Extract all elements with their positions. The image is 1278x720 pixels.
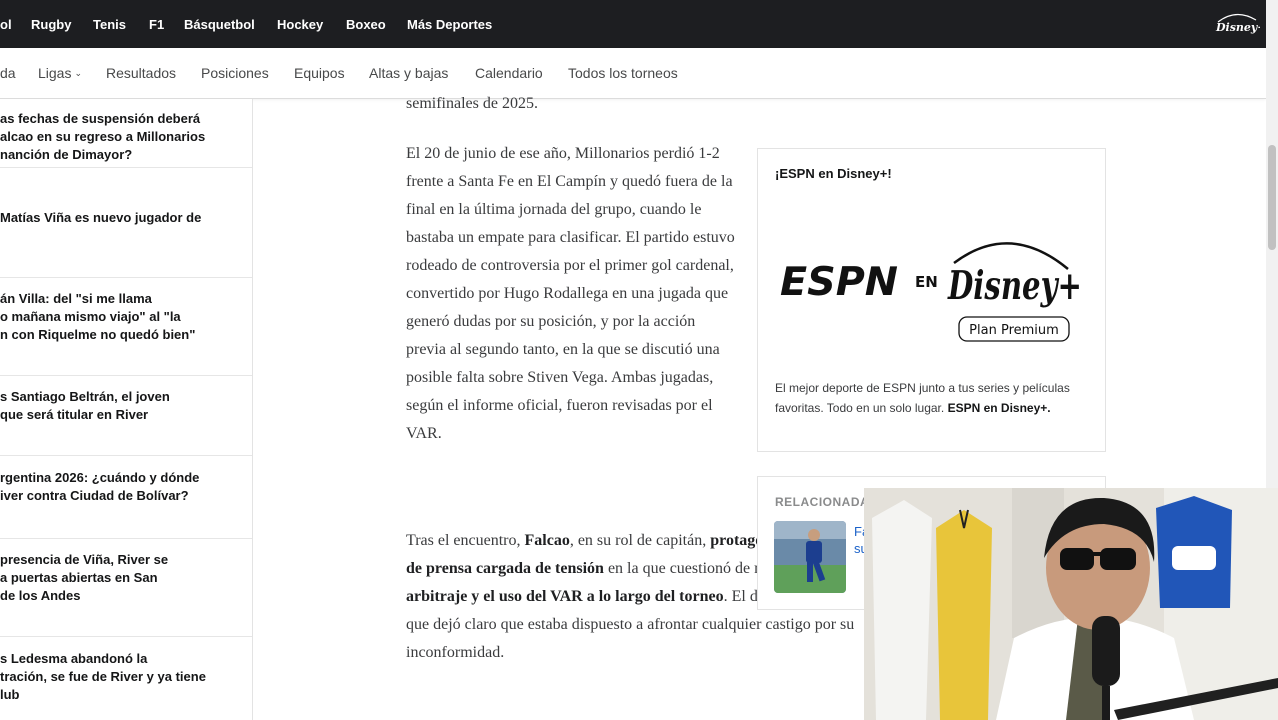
- headline-line: alcao en su regreso a Millonarios: [0, 129, 206, 144]
- top-nav-item-futbol[interactable]: ol: [0, 17, 12, 32]
- chevron-down-icon: ⌄: [74, 68, 83, 78]
- sub-nav-item-equipos[interactable]: Equipos: [294, 65, 345, 81]
- headline-line: o mañana mismo viajo" al "la: [0, 309, 181, 324]
- headline-line: s Ledesma abandonó la: [0, 651, 148, 666]
- sub-nav-ligas-label: Ligas: [38, 65, 72, 81]
- promo-description-bold: ESPN en Disney+.: [947, 401, 1051, 415]
- article-text: , en su rol de capitán,: [569, 532, 711, 549]
- svg-text:Disney+: Disney+: [947, 263, 1082, 309]
- headline-line: as fechas de suspensión deberá: [0, 111, 201, 126]
- article-bold-text: arbitraje y el uso del VAR a lo largo de…: [406, 588, 724, 605]
- related-article-thumbnail[interactable]: [774, 521, 846, 593]
- headline-line: lub: [0, 687, 20, 702]
- sub-nav-item-altas-y-bajas[interactable]: Altas y bajas: [369, 65, 448, 81]
- espn-en-disney-plus-logo: ESPN EN Disney+ Plan Premium: [780, 242, 1082, 342]
- headline-line: presencia de Viña, River se: [0, 552, 169, 567]
- svg-text:Disney+: Disney+: [1215, 21, 1260, 34]
- top-nav-item-hockey[interactable]: Hockey: [277, 17, 323, 32]
- headline-line: Matías Viña es nuevo jugador de: [0, 210, 202, 225]
- headline-line: n con Riquelme no quedó bien": [0, 327, 196, 342]
- sub-nav-item-todos-los-torneos[interactable]: Todos los torneos: [568, 65, 678, 81]
- sidebar-headline[interactable]: án Villa: del "si me llama o mañana mism…: [0, 278, 252, 376]
- promo-title: ¡ESPN en Disney+!: [775, 166, 892, 181]
- headline-line: tración, se fue de River y ya tiene: [0, 669, 206, 684]
- webcam-overlay-video: [864, 488, 1278, 720]
- headline-line: án Villa: del "si me llama: [0, 291, 152, 306]
- sidebar-headline[interactable]: Matías Viña es nuevo jugador de: [0, 168, 252, 278]
- top-nav-item-basquetbol[interactable]: Básquetbol: [184, 17, 255, 32]
- sidebar-headline[interactable]: s Santiago Beltrán, el joven que será ti…: [0, 376, 252, 456]
- top-nav-item-mas-deportes[interactable]: Más Deportes: [407, 17, 492, 32]
- espn-disney-promo-card[interactable]: ¡ESPN en Disney+! ESPN EN Disney+ Plan P…: [757, 148, 1106, 452]
- sub-nav-item-resultados[interactable]: Resultados: [106, 65, 176, 81]
- sub-nav-item-ligas[interactable]: Ligas ⌄: [38, 65, 82, 81]
- sidebar-headline[interactable]: rgentina 2026: ¿cuándo y dónde iver cont…: [0, 456, 252, 539]
- top-navigation-bar: ol Rugby Tenis F1 Básquetbol Hockey Boxe…: [0, 0, 1266, 48]
- headline-line: s Santiago Beltrán, el joven: [0, 389, 170, 404]
- sidebar-headlines: as fechas de suspensión deberá alcao en …: [0, 99, 253, 720]
- headline-line: nanción de Dimayor?: [0, 147, 133, 162]
- article-paragraph-intro: semifinales de 2025.: [406, 95, 538, 112]
- sub-nav-item-calendario[interactable]: Calendario: [475, 65, 543, 81]
- headline-line: rgentina 2026: ¿cuándo y dónde: [0, 470, 200, 485]
- headline-line: iver contra Ciudad de Bolívar?: [0, 488, 189, 503]
- sidebar-headline[interactable]: as fechas de suspensión deberá alcao en …: [0, 99, 252, 168]
- sub-nav-item-portada[interactable]: da: [0, 65, 16, 81]
- top-nav-item-boxeo[interactable]: Boxeo: [346, 17, 386, 32]
- related-section-title: RELACIONADA: [775, 495, 870, 509]
- scrollbar-thumb[interactable]: [1268, 145, 1276, 250]
- headline-line: que será titular en River: [0, 407, 149, 422]
- headline-line: a puertas abiertas en San: [0, 570, 158, 585]
- top-nav-item-rugby[interactable]: Rugby: [31, 17, 71, 32]
- article-bold-text: Falcao: [524, 532, 570, 549]
- sidebar-headline[interactable]: presencia de Viña, River se a puertas ab…: [0, 539, 252, 637]
- promo-description: El mejor deporte de ESPN junto a tus ser…: [775, 378, 1085, 418]
- svg-text:Plan Premium: Plan Premium: [969, 323, 1059, 338]
- headline-line: de los Andes: [0, 588, 81, 603]
- sidebar-headline[interactable]: s Ledesma abandonó la tración, se fue de…: [0, 637, 252, 720]
- disney-plus-logo[interactable]: Disney+: [1214, 10, 1260, 38]
- svg-text:EN: EN: [915, 273, 938, 291]
- top-nav-item-tenis[interactable]: Tenis: [93, 17, 126, 32]
- article-text: Tras el encuentro,: [406, 532, 525, 549]
- svg-text:ESPN: ESPN: [780, 260, 898, 305]
- sub-nav-item-posiciones[interactable]: Posiciones: [201, 65, 269, 81]
- top-nav-item-f1[interactable]: F1: [149, 17, 164, 32]
- article-paragraph: El 20 de junio de ese año, Millonarios p…: [406, 145, 735, 442]
